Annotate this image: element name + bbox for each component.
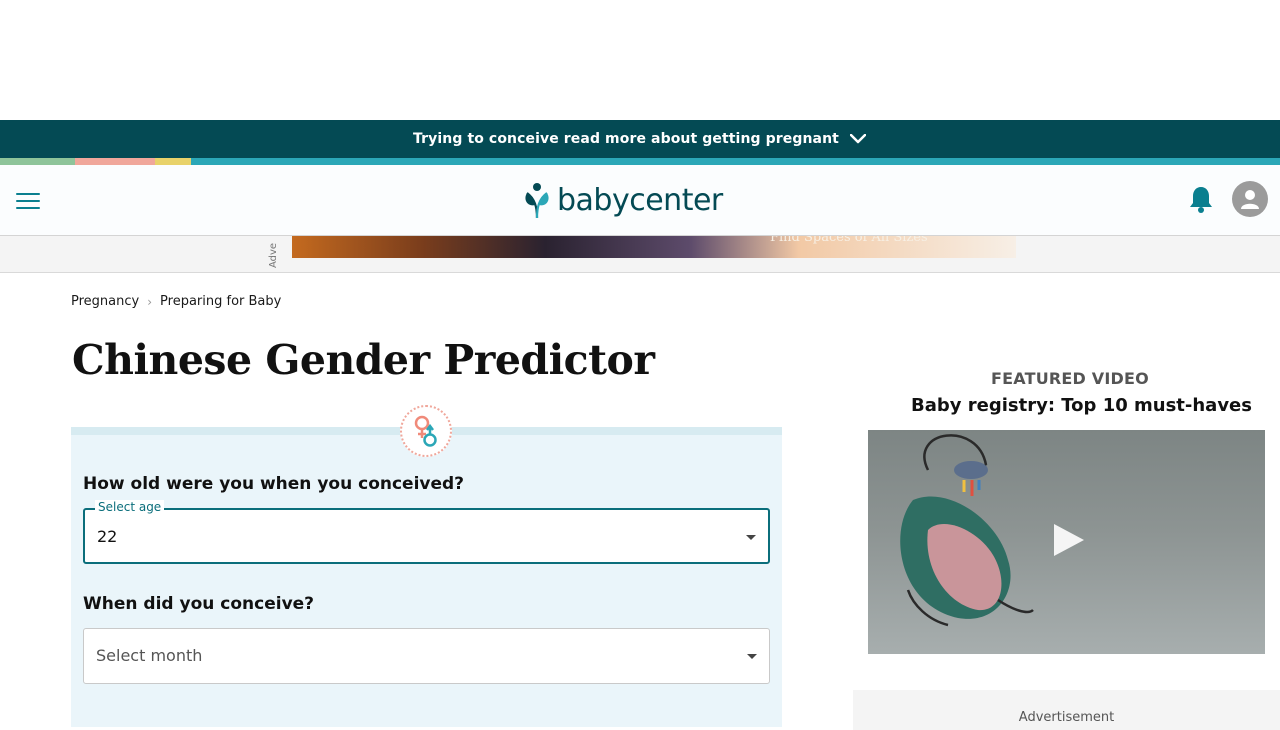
month-select[interactable]: Select month [83, 628, 770, 684]
caret-down-icon[interactable] [747, 654, 757, 659]
color-stripe [0, 158, 1280, 165]
question-month-label: When did you conceive? [83, 594, 315, 614]
user-avatar-icon[interactable] [1232, 181, 1268, 217]
month-select-placeholder: Select month [96, 646, 203, 665]
logo-leaf-icon [525, 183, 549, 219]
gender-symbols-icon [400, 405, 452, 457]
chevron-right-icon: › [147, 294, 153, 309]
page-title: Chinese Gender Predictor [72, 336, 655, 384]
sidebar-advertisement: Advertisement [853, 690, 1280, 730]
site-header: babycenter [0, 165, 1280, 236]
age-select[interactable]: Select age 22 [83, 500, 770, 564]
top-advertisement: Adve Find Spaces of All Sizes [0, 236, 1280, 273]
play-icon[interactable] [1054, 524, 1084, 556]
age-select-legend: Select age [95, 500, 165, 514]
advertisement-label: Advertisement [1018, 710, 1115, 725]
age-select-value: 22 [97, 527, 118, 546]
promo-banner: Trying to conceive read more about getti… [0, 120, 1280, 158]
promo-link[interactable]: Trying to conceive read more about getti… [413, 131, 839, 147]
question-age-label: How old were you when you conceived? [83, 474, 465, 494]
caret-down-icon [746, 535, 756, 540]
breadcrumb: Pregnancy › Preparing for Baby [71, 294, 281, 309]
babycenter-logo[interactable]: babycenter [521, 181, 723, 219]
video-controls-bar[interactable] [868, 628, 1265, 659]
ad-banner-link[interactable] [400, 236, 849, 265]
ad-label: Adve [268, 242, 279, 268]
breadcrumb-pregnancy[interactable]: Pregnancy [71, 294, 139, 309]
video-player[interactable] [868, 430, 1265, 654]
breadcrumb-preparing-for-baby[interactable]: Preparing for Baby [160, 294, 281, 309]
header-actions [1188, 181, 1268, 217]
logo-text: babycenter [557, 182, 723, 218]
hamburger-menu-icon[interactable] [13, 186, 43, 216]
video-title[interactable]: Baby registry: Top 10 must-haves [911, 395, 1252, 416]
featured-video-label: FEATURED VIDEO [991, 369, 1149, 388]
bell-icon[interactable] [1188, 185, 1214, 213]
top-blank-space [0, 0, 1280, 120]
chevron-down-icon[interactable] [849, 130, 867, 148]
